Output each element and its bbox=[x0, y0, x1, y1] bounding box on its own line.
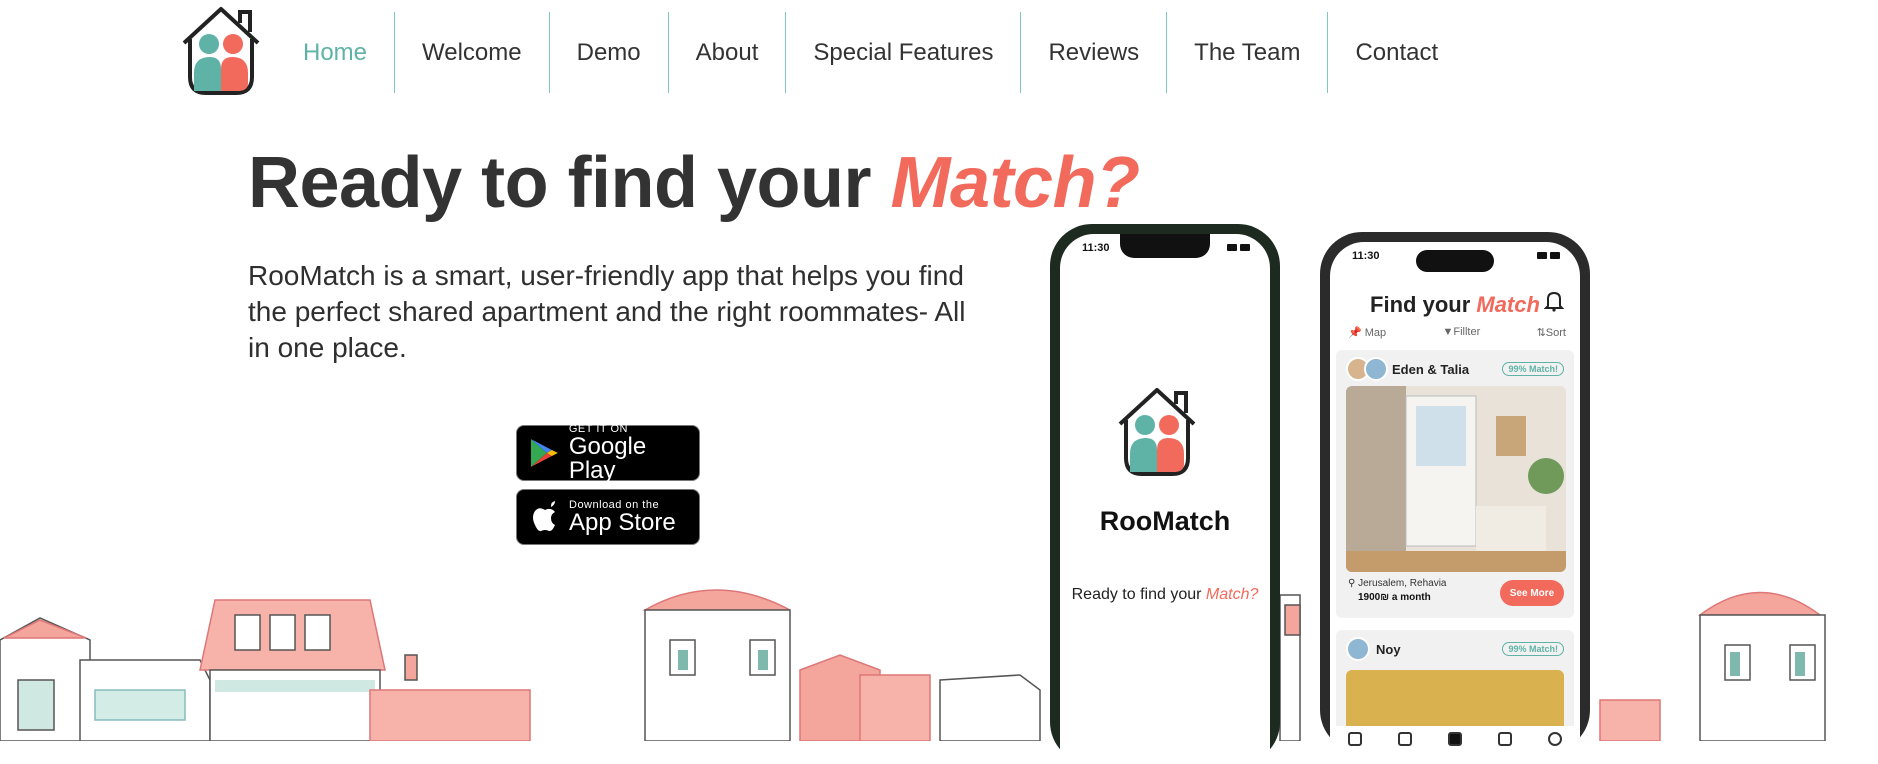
listing-price: 1900₪ a month bbox=[1358, 592, 1431, 603]
google-play-label: Google Play bbox=[568, 433, 647, 484]
listing-card[interactable]: Eden & Talia 99% Match! ⚲ Jerusalem, Reh… bbox=[1336, 350, 1574, 618]
main-nav: Home Welcome Demo About Special Features… bbox=[276, 12, 1465, 93]
filter-button[interactable]: ▼Fillter bbox=[1442, 326, 1480, 339]
listing-location-text: Jerusalem, Rehavia bbox=[1358, 578, 1447, 589]
app-title: Find your Match bbox=[1330, 292, 1580, 318]
town-illustration bbox=[0, 589, 1826, 741]
app-screen: 11:30 Find your Match 📌 Map ▼Fillter ⇅So… bbox=[1330, 242, 1580, 752]
status-icons bbox=[1227, 244, 1250, 251]
nav-the-team[interactable]: The Team bbox=[1166, 12, 1327, 93]
hero-title-main: Ready to find your bbox=[248, 143, 891, 223]
splash-tagline-accent: Match? bbox=[1205, 586, 1259, 603]
nav-about[interactable]: About bbox=[667, 12, 786, 93]
phone-dynamic-island bbox=[1416, 250, 1494, 272]
google-play-button[interactable]: GET IT ON Google Play bbox=[516, 423, 700, 484]
splash-screen: 11:30 RooMatch Ready to find your Match? bbox=[1060, 234, 1270, 764]
apple-icon bbox=[533, 501, 555, 532]
status-icons bbox=[1537, 252, 1560, 259]
phone-notch bbox=[1120, 234, 1210, 258]
app-title-accent: Match bbox=[1476, 292, 1540, 317]
listing-names: Noy bbox=[1376, 641, 1401, 657]
splash-tagline: Ready to find your Match? bbox=[1060, 586, 1270, 604]
avatar bbox=[1346, 637, 1370, 661]
phone-app-mockup: 11:30 Find your Match 📌 Map ▼Fillter ⇅So… bbox=[1320, 232, 1590, 752]
sort-button[interactable]: ⇅Sort bbox=[1537, 326, 1566, 339]
apartment-photo bbox=[1346, 386, 1566, 572]
listing-card-header: Noy 99% Match! bbox=[1346, 637, 1564, 661]
avatar bbox=[1364, 357, 1388, 381]
splash-app-name: RooMatch bbox=[1099, 506, 1231, 536]
home-icon[interactable] bbox=[1448, 732, 1462, 746]
match-badge: 99% Match! bbox=[1502, 362, 1564, 376]
listing-location: ⚲ Jerusalem, Rehavia bbox=[1348, 578, 1447, 589]
nav-contact[interactable]: Contact bbox=[1327, 12, 1465, 93]
filter-label: Fillter bbox=[1453, 326, 1481, 338]
app-bottom-nav bbox=[1330, 726, 1580, 752]
match-badge: 99% Match! bbox=[1502, 642, 1564, 656]
hero-title: Ready to find your Match? bbox=[248, 142, 1140, 224]
listing-toolbar: 📌 Map ▼Fillter ⇅Sort bbox=[1348, 326, 1566, 339]
roomatch-logo-icon bbox=[1118, 388, 1196, 476]
map-button[interactable]: 📌 Map bbox=[1348, 326, 1386, 339]
status-time: 11:30 bbox=[1352, 250, 1380, 262]
status-time: 11:30 bbox=[1082, 242, 1110, 254]
hero-description: RooMatch is a smart, user-friendly app t… bbox=[248, 260, 966, 363]
nav-reviews[interactable]: Reviews bbox=[1020, 12, 1166, 93]
splash-tagline-main: Ready to find your bbox=[1071, 586, 1206, 603]
roomatch-logo[interactable] bbox=[176, 3, 266, 95]
nav-home[interactable]: Home bbox=[276, 12, 394, 93]
app-store-button[interactable]: Download on the App Store bbox=[516, 489, 700, 545]
listing-names: Eden & Talia bbox=[1392, 361, 1470, 377]
stats-icon[interactable] bbox=[1498, 732, 1512, 746]
calendar-icon[interactable] bbox=[1348, 732, 1362, 746]
nav-welcome[interactable]: Welcome bbox=[394, 12, 549, 93]
hero-title-accent: Match? bbox=[890, 143, 1141, 223]
bell-icon[interactable] bbox=[1544, 290, 1564, 312]
listing-card-header: Eden & Talia 99% Match! bbox=[1346, 357, 1564, 381]
google-play-icon bbox=[530, 439, 558, 467]
nav-special-features[interactable]: Special Features bbox=[785, 12, 1020, 93]
map-label: Map bbox=[1364, 327, 1387, 339]
profile-icon[interactable] bbox=[1548, 732, 1562, 746]
sort-label: Sort bbox=[1545, 327, 1566, 339]
nav-demo[interactable]: Demo bbox=[548, 12, 668, 93]
app-store-label: App Store bbox=[569, 509, 676, 536]
chat-icon[interactable] bbox=[1398, 732, 1412, 746]
see-more-button[interactable]: See More bbox=[1500, 580, 1564, 606]
app-title-main: Find your bbox=[1370, 292, 1477, 317]
phone-splash-mockup: 11:30 RooMatch Ready to find your Match? bbox=[1050, 224, 1280, 764]
